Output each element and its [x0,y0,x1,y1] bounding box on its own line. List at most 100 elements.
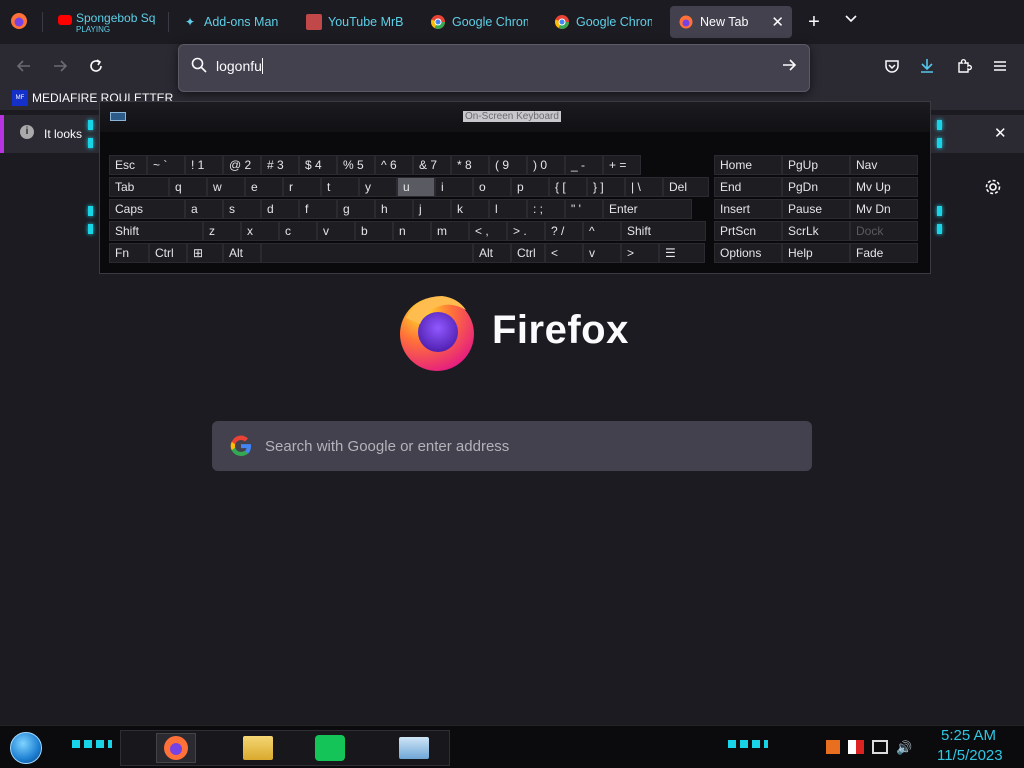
osk-key[interactable]: } ] [587,177,625,197]
osk-key[interactable]: & 7 [413,155,451,175]
osk-key[interactable]: Shift [109,221,203,241]
osk-key[interactable]: ^ [583,221,621,241]
firefox-view-button[interactable] [10,12,30,32]
osk-key[interactable]: _ - [565,155,603,175]
forward-button[interactable] [46,52,74,80]
osk-key[interactable]: Esc [109,155,147,175]
osk-key[interactable]: i [435,177,473,197]
osk-key[interactable]: Ctrl [511,243,545,263]
osk-key[interactable]: Alt [223,243,261,263]
osk-key[interactable]: v [583,243,621,263]
pocket-button[interactable] [878,52,906,80]
flag-icon[interactable] [848,740,864,754]
newtab-search-box[interactable]: Search with Google or enter address [212,421,812,471]
taskbar-firefox[interactable] [156,733,196,763]
osk-nav-key[interactable]: Nav [850,155,918,175]
osk-nav-key[interactable]: ScrLk [782,221,850,241]
osk-key[interactable]: ^ 6 [375,155,413,175]
osk-key[interactable]: q [169,177,207,197]
osk-key[interactable]: p [511,177,549,197]
osk-nav-key[interactable]: Mv Dn [850,199,918,219]
osk-key[interactable]: # 3 [261,155,299,175]
osk-key[interactable]: < [545,243,583,263]
osk-nav-key[interactable]: Options [714,243,782,263]
osk-nav-key[interactable]: Insert [714,199,782,219]
osk-key[interactable]: Del [663,177,709,197]
tab-google-chrome-1[interactable]: Google Chrom [422,6,536,38]
taskbar-notes[interactable] [310,733,350,763]
osk-key[interactable]: @ 2 [223,155,261,175]
tab-spongebob[interactable]: Spongebob Sq PLAYING [52,6,164,38]
osk-nav-key[interactable]: Mv Up [850,177,918,197]
osk-key[interactable]: t [321,177,359,197]
osk-key[interactable]: Fn [109,243,149,263]
address-input[interactable]: logonfu [216,58,263,74]
osk-key[interactable]: d [261,199,299,219]
osk-key[interactable]: Ctrl [149,243,187,263]
osk-key[interactable]: u [397,177,435,197]
reload-button[interactable] [82,52,110,80]
osk-nav-key[interactable]: End [714,177,782,197]
back-button[interactable] [10,52,38,80]
osk-nav-key[interactable]: Home [714,155,782,175]
osk-key[interactable]: Caps [109,199,185,219]
osk-key[interactable]: x [241,221,279,241]
osk-key[interactable] [261,243,473,263]
osk-key[interactable]: h [375,199,413,219]
osk-key[interactable]: ? / [545,221,583,241]
address-bar[interactable]: logonfu [178,44,810,92]
osk-key[interactable]: r [283,177,321,197]
osk-key[interactable]: > . [507,221,545,241]
go-arrow-icon[interactable] [781,57,797,73]
taskbar-file-explorer[interactable] [238,733,278,763]
osk-key[interactable]: { [ [549,177,587,197]
osk-key[interactable]: c [279,221,317,241]
osk-nav-key[interactable]: Help [782,243,850,263]
osk-nav-key[interactable]: PgUp [782,155,850,175]
osk-key[interactable]: Enter [603,199,692,219]
osk-key[interactable]: ) 0 [527,155,565,175]
network-icon[interactable] [872,740,888,754]
osk-key[interactable]: " ' [565,199,603,219]
downloads-button[interactable] [913,52,941,80]
app-menu-button[interactable] [986,52,1014,80]
taskbar-on-screen-keyboard[interactable] [394,733,434,763]
tab-google-chrome-2[interactable]: Google Chrom [546,6,660,38]
osk-key[interactable]: | \ [625,177,663,197]
osk-key[interactable]: f [299,199,337,219]
osk-key[interactable]: w [207,177,245,197]
close-tab-icon[interactable]: ✕ [771,13,784,31]
osk-key[interactable]: e [245,177,283,197]
osk-key[interactable]: s [223,199,261,219]
osk-key[interactable]: l [489,199,527,219]
osk-key[interactable]: j [413,199,451,219]
tab-addons[interactable]: ✦ Add-ons Mana [174,6,286,38]
osk-key[interactable]: ⊞ [187,243,223,263]
osk-key[interactable]: $ 4 [299,155,337,175]
new-tab-button[interactable]: + [804,10,824,34]
osk-key[interactable]: v [317,221,355,241]
tab-youtube-mrbeast[interactable]: YouTube MrBea [298,6,412,38]
osk-key[interactable]: b [355,221,393,241]
osk-key[interactable]: ☰ [659,243,705,263]
osk-key[interactable]: ( 9 [489,155,527,175]
osk-key[interactable]: > [621,243,659,263]
osk-nav-key[interactable]: Dock [850,221,918,241]
start-button[interactable] [8,731,44,765]
osk-key[interactable]: * 8 [451,155,489,175]
osk-key[interactable]: m [431,221,469,241]
list-all-tabs-button[interactable] [844,12,864,32]
java-icon[interactable] [826,740,840,754]
osk-key[interactable]: n [393,221,431,241]
osk-key[interactable]: z [203,221,241,241]
osk-key[interactable]: : ; [527,199,565,219]
osk-key[interactable]: o [473,177,511,197]
osk-key[interactable]: Alt [473,243,511,263]
clock-time[interactable]: 5:25 AM [941,727,996,744]
osk-nav-key[interactable]: PgDn [782,177,850,197]
osk-key[interactable]: g [337,199,375,219]
osk-nav-key[interactable]: Fade [850,243,918,263]
osk-key[interactable]: Shift [621,221,706,241]
osk-nav-key[interactable]: Pause [782,199,850,219]
clock-date[interactable]: 11/5/2023 [937,747,1003,764]
